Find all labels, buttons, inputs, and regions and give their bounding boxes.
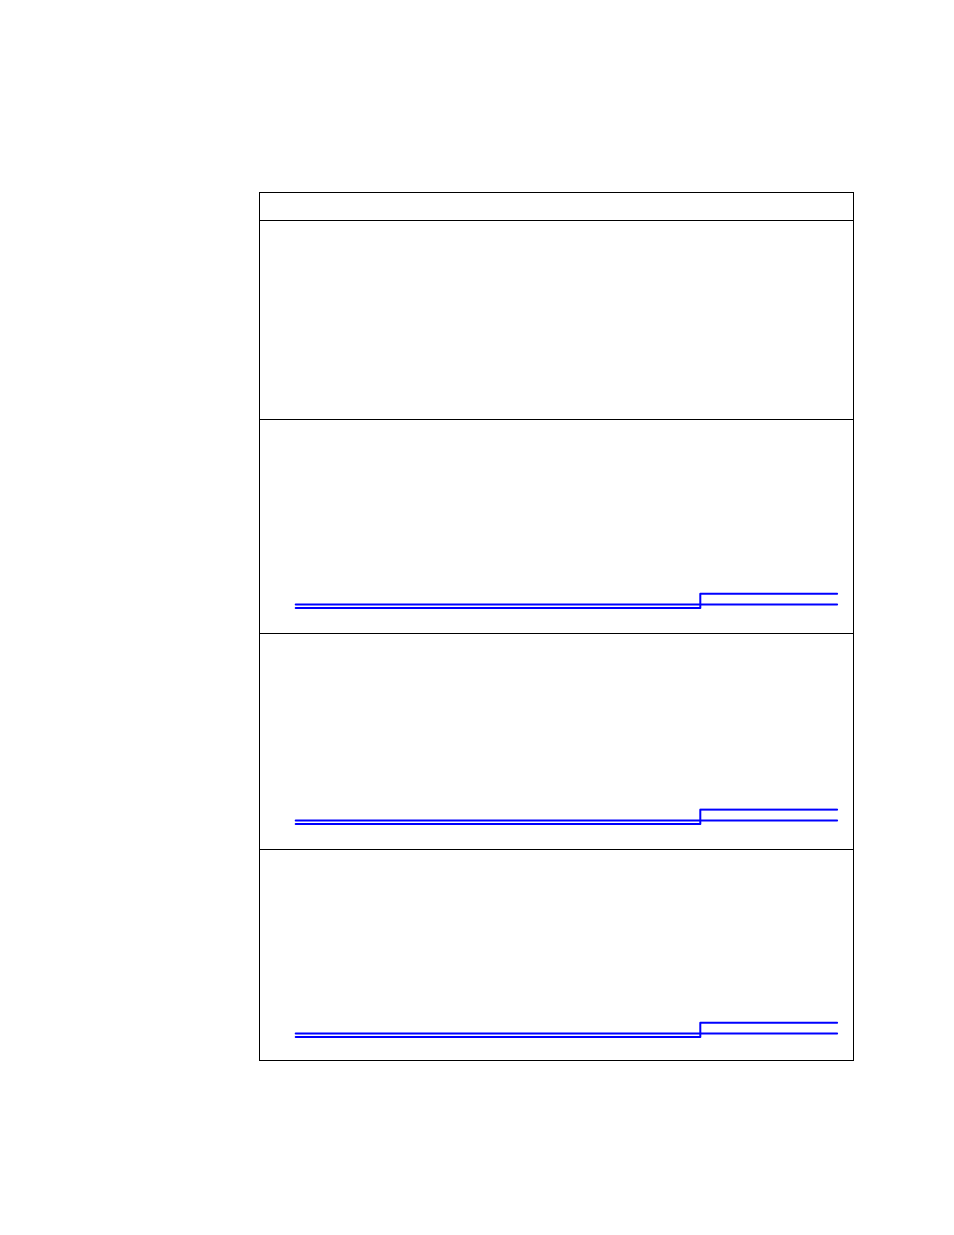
chart-panel-3 — [260, 633, 855, 849]
chart-panel-4 — [260, 849, 855, 1062]
chart-series-line — [296, 810, 837, 824]
chart-panel-1 — [260, 220, 855, 419]
chart-series-line — [296, 594, 837, 608]
chart-series-line — [296, 1023, 837, 1037]
chart-container — [259, 192, 854, 1061]
chart-panel-2 — [260, 419, 855, 633]
